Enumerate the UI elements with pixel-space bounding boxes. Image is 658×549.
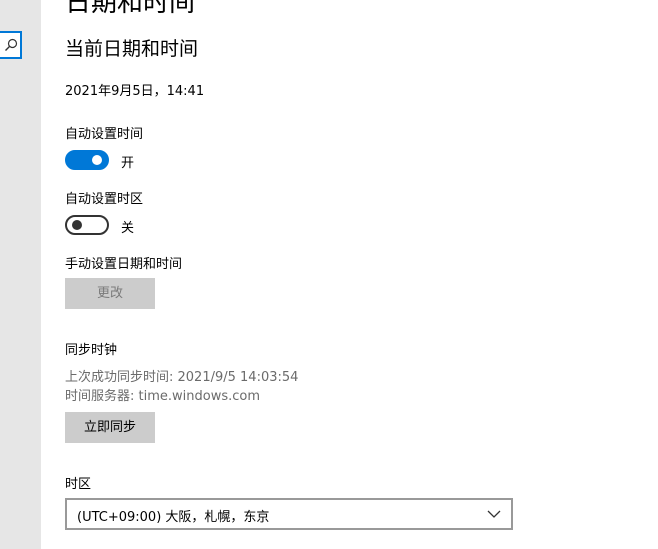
time-server-text: 时间服务器: time.windows.com xyxy=(65,389,261,404)
toggle-knob xyxy=(72,220,82,230)
chevron-down-icon xyxy=(487,510,501,518)
timezone-dropdown[interactable]: (UTC+09:00) 大阪，札幌，东京 xyxy=(65,498,513,530)
auto-time-state: 开 xyxy=(121,156,135,171)
auto-time-label: 自动设置时间 xyxy=(65,127,144,142)
search-icon xyxy=(5,38,18,51)
navigation-pane xyxy=(0,0,41,549)
current-datetime-value: 2021年9月5日，14:41 xyxy=(65,84,205,99)
toggle-knob xyxy=(92,155,102,165)
auto-timezone-label: 自动设置时区 xyxy=(65,192,144,207)
sync-clock-heading: 同步时钟 xyxy=(65,343,118,358)
auto-time-toggle[interactable] xyxy=(65,150,109,170)
page-title: 日期和时间 xyxy=(65,0,196,18)
current-datetime-heading: 当前日期和时间 xyxy=(65,38,199,60)
change-button[interactable]: 更改 xyxy=(65,278,155,309)
manual-datetime-label: 手动设置日期和时间 xyxy=(65,257,183,272)
search-box[interactable] xyxy=(0,31,22,59)
auto-timezone-toggle[interactable] xyxy=(65,215,109,235)
auto-timezone-state: 关 xyxy=(121,221,135,236)
last-sync-text: 上次成功同步时间: 2021/9/5 14:03:54 xyxy=(65,370,299,385)
sync-now-button[interactable]: 立即同步 xyxy=(65,412,155,443)
timezone-selected-value: (UTC+09:00) 大阪，札幌，东京 xyxy=(77,510,270,525)
timezone-label: 时区 xyxy=(65,477,92,492)
